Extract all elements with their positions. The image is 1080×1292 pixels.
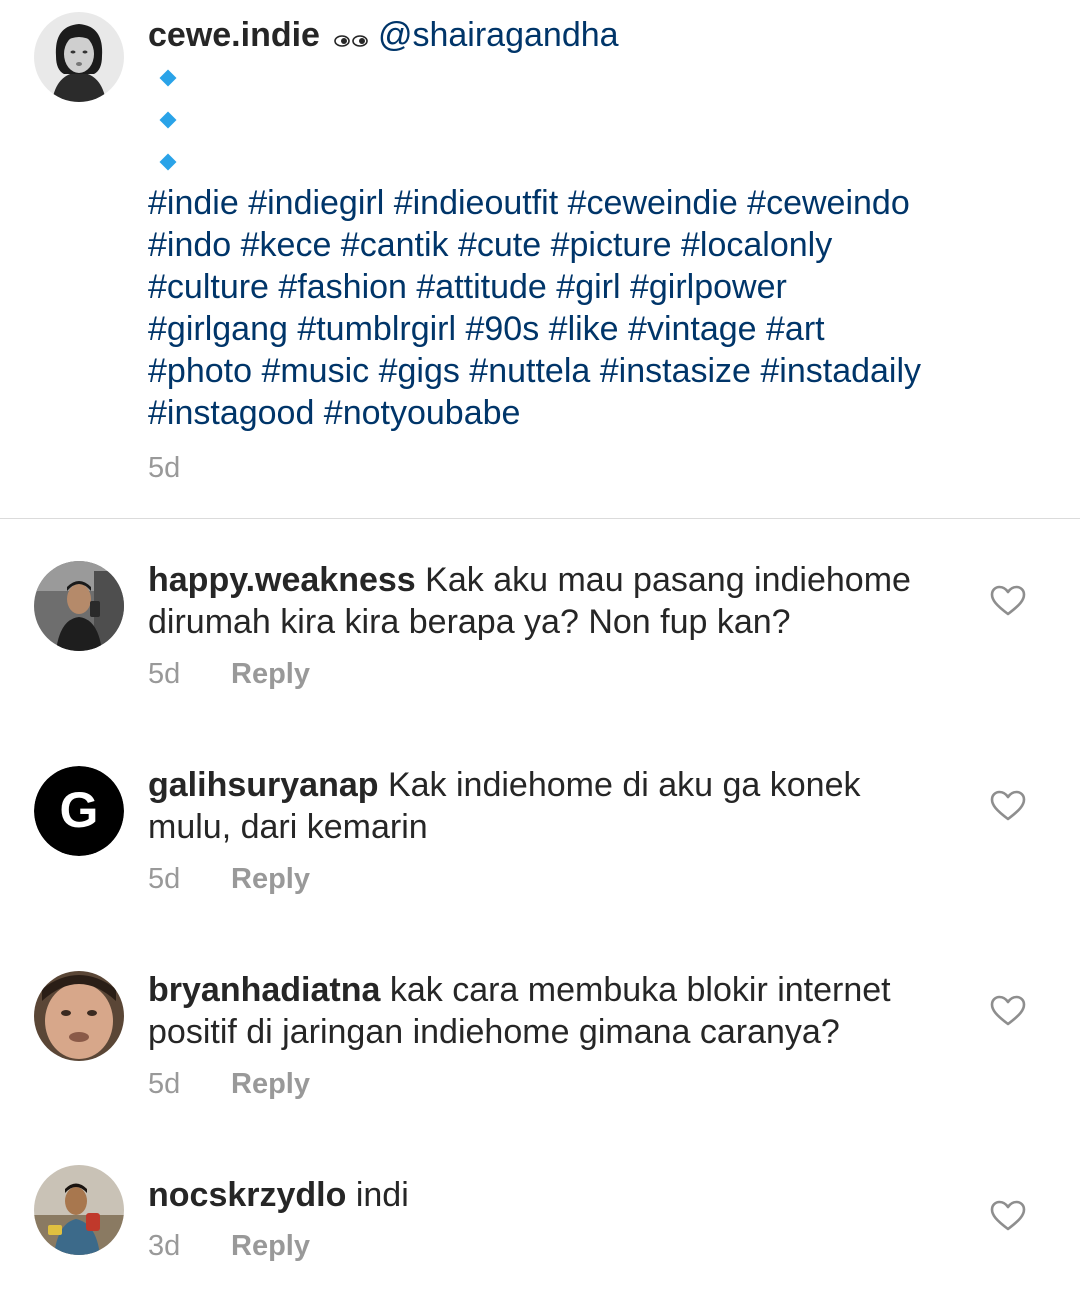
heart-icon[interactable]: [990, 995, 1026, 1027]
comment-timestamp: 5d: [148, 658, 181, 690]
mention-link[interactable]: @shairagandha: [378, 16, 619, 54]
heart-icon[interactable]: [990, 1200, 1026, 1232]
comments-screen: cewe.indie @shairagandha #indie #indiegi…: [0, 0, 1080, 1292]
comment-item: bryanhadiatna kak cara membuka blokir in…: [0, 969, 1080, 1174]
heart-icon[interactable]: [990, 585, 1026, 617]
avatar[interactable]: [34, 561, 124, 651]
comment-body: Kak aku mau pasang indiehome: [425, 561, 911, 599]
comment-body: mulu, dari kemarin: [148, 808, 428, 846]
comment-timestamp: 3d: [148, 1230, 181, 1262]
eyes-icon: [334, 16, 368, 58]
hashtag-line[interactable]: #instagood #notyoubabe: [148, 392, 1048, 434]
avatar-letter: G: [60, 782, 99, 838]
comment-username[interactable]: happy.weakness: [148, 561, 416, 599]
hashtag-line[interactable]: #indie #indiegirl #indieoutfit #ceweindi…: [148, 182, 1048, 224]
comment-timestamp: 5d: [148, 863, 181, 895]
caption-timestamp: 5d: [148, 452, 181, 484]
avatar[interactable]: [34, 1165, 124, 1255]
diamond-bullet-icon: [159, 111, 177, 129]
comment-text: happy.weakness Kak aku mau pasang indieh…: [148, 559, 948, 643]
comment-timestamp: 5d: [148, 1068, 181, 1100]
hashtag-line[interactable]: #culture #fashion #attitude #girl #girlp…: [148, 266, 1048, 308]
hashtag-list: #indie #indiegirl #indieoutfit #ceweindi…: [148, 182, 1048, 434]
comment-body: indi: [355, 1176, 409, 1214]
comment-body: kak cara membuka blokir internet: [389, 971, 891, 1009]
reply-button[interactable]: Reply: [231, 861, 310, 897]
post-caption: cewe.indie @shairagandha #indie #indiegi…: [0, 0, 1080, 518]
comment-username[interactable]: bryanhadiatna: [148, 971, 380, 1009]
comment-username[interactable]: galihsuryanap: [148, 766, 379, 804]
comment-text: bryanhadiatna kak cara membuka blokir in…: [148, 969, 948, 1053]
comment-body: Kak indiehome di aku ga konek: [387, 766, 861, 804]
divider: [0, 518, 1080, 519]
comment-item: nocskrzydlo indi 3d Reply: [0, 1165, 1080, 1292]
hashtag-line[interactable]: #girlgang #tumblrgirl #90s #like #vintag…: [148, 308, 1048, 350]
caption-username[interactable]: cewe.indie: [148, 16, 320, 54]
comment-text: nocskrzydlo indi: [148, 1174, 948, 1216]
comment-item: happy.weakness Kak aku mau pasang indieh…: [0, 559, 1080, 764]
reply-button[interactable]: Reply: [231, 1228, 310, 1264]
avatar[interactable]: [34, 971, 124, 1061]
reply-button[interactable]: Reply: [231, 1066, 310, 1102]
heart-icon[interactable]: [990, 790, 1026, 822]
comment-username[interactable]: nocskrzydlo: [148, 1176, 346, 1214]
avatar[interactable]: [34, 12, 124, 102]
diamond-bullet-icon: [159, 69, 177, 87]
diamond-bullet-icon: [159, 153, 177, 171]
comment-text: galihsuryanap Kak indiehome di aku ga ko…: [148, 764, 948, 848]
hashtag-line[interactable]: #indo #kece #cantik #cute #picture #loca…: [148, 224, 1048, 266]
reply-button[interactable]: Reply: [231, 656, 310, 692]
comment-body: positif di jaringan indiehome gimana car…: [148, 1013, 840, 1051]
comment-item: G galihsuryanap Kak indiehome di aku ga …: [0, 764, 1080, 969]
caption-header: cewe.indie @shairagandha: [148, 14, 619, 58]
avatar[interactable]: G: [34, 766, 124, 856]
hashtag-line[interactable]: #photo #music #gigs #nuttela #instasize …: [148, 350, 1048, 392]
comment-body: dirumah kira kira berapa ya? Non fup kan…: [148, 603, 791, 641]
